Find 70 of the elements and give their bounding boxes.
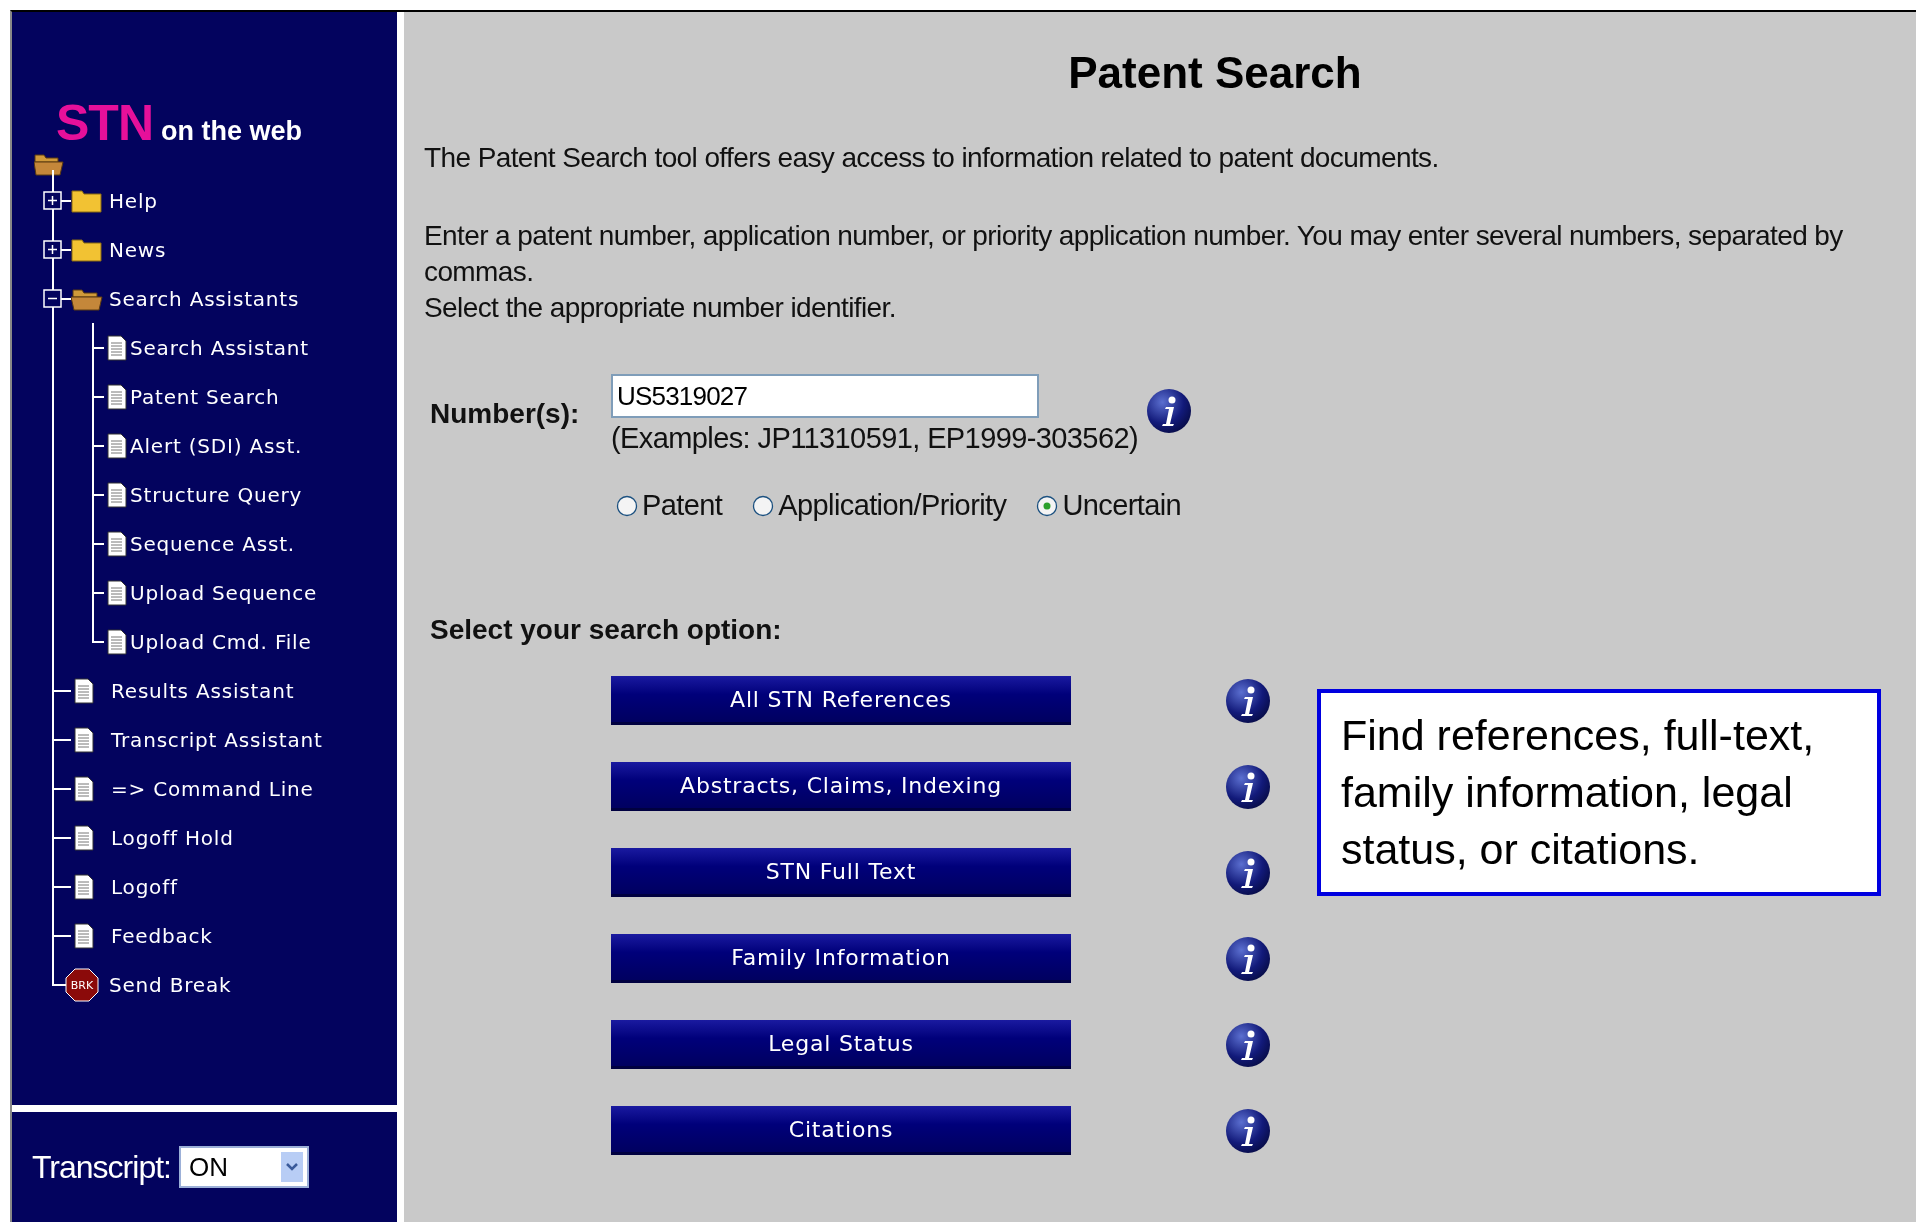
intro-text: The Patent Search tool offers easy access to information related to patent documents. bbox=[424, 142, 1440, 174]
radio-option[interactable]: Patent bbox=[616, 489, 723, 522]
tree-item[interactable]: Upload Sequence bbox=[130, 580, 318, 605]
transcript-label: Transcript: bbox=[32, 1148, 171, 1186]
document-icon bbox=[106, 383, 128, 410]
tree-item[interactable]: Alert (SDI) Asst. bbox=[130, 433, 303, 458]
instruction-text: Enter a patent number, application number, or priority application number. You may enter several numbers, separated by commas. bbox=[424, 219, 1844, 289]
search-option-button[interactable]: Family Information bbox=[611, 934, 1071, 983]
document-icon bbox=[73, 775, 95, 802]
tree-item[interactable]: Transcript Assistant bbox=[111, 727, 323, 752]
logo-tagline: on the web bbox=[161, 116, 302, 147]
radio-icon[interactable] bbox=[752, 494, 775, 517]
radio-icon[interactable] bbox=[616, 494, 638, 517]
examples-text: (Examples: JP11310591, EP1999-303562) bbox=[611, 422, 1139, 455]
document-icon bbox=[73, 873, 95, 900]
expander-icon[interactable] bbox=[43, 191, 62, 210]
tree-item[interactable]: Feedback bbox=[111, 923, 213, 948]
page-title: Patent Search bbox=[1067, 48, 1363, 98]
document-icon bbox=[106, 432, 128, 459]
document-icon bbox=[73, 677, 95, 704]
stop-sign-icon: BRK bbox=[65, 967, 99, 1002]
radio-icon[interactable] bbox=[1036, 494, 1059, 517]
tree-item[interactable]: Sequence Asst. bbox=[130, 531, 295, 556]
document-icon bbox=[106, 334, 128, 361]
tree-item[interactable]: Patent Search bbox=[130, 384, 280, 409]
document-icon bbox=[73, 726, 95, 753]
info-icon[interactable] bbox=[1225, 935, 1271, 982]
expander-icon[interactable] bbox=[43, 240, 62, 259]
tree-item[interactable]: News bbox=[109, 237, 167, 262]
search-option-button[interactable]: Abstracts, Claims, Indexing bbox=[611, 762, 1071, 811]
callout-text: Find references, full-text, family information, legal status, or citations. bbox=[1317, 689, 1881, 896]
instruction-text: Select the appropriate number identifier. bbox=[424, 291, 897, 325]
info-icon[interactable] bbox=[1225, 1021, 1271, 1068]
transcript-select[interactable]: ON bbox=[178, 1146, 309, 1188]
tree-item[interactable]: => Command Line bbox=[111, 776, 314, 801]
search-option-button[interactable]: Citations bbox=[611, 1106, 1071, 1155]
number-label: Number(s): bbox=[430, 398, 581, 430]
document-icon bbox=[73, 824, 95, 851]
tree-item[interactable]: Help bbox=[109, 188, 158, 213]
tree-item[interactable]: Results Assistant bbox=[111, 678, 295, 703]
open-folder-icon bbox=[71, 286, 103, 311]
search-option-button[interactable]: All STN References bbox=[611, 676, 1071, 725]
folder-icon bbox=[71, 237, 103, 262]
document-icon bbox=[106, 481, 128, 508]
tree-item[interactable]: Structure Query bbox=[130, 482, 303, 507]
tree-item[interactable]: Logoff bbox=[111, 874, 178, 899]
radio-option[interactable]: Application/Priority bbox=[752, 489, 1007, 522]
document-icon bbox=[106, 530, 128, 557]
open-folder-icon bbox=[34, 152, 64, 176]
info-icon[interactable] bbox=[1225, 1107, 1271, 1154]
expander-icon[interactable] bbox=[43, 289, 62, 308]
info-icon[interactable] bbox=[1225, 763, 1271, 810]
tree-item[interactable]: Search Assistant bbox=[130, 335, 309, 360]
tree-item[interactable]: Send Break bbox=[109, 972, 232, 997]
number-input[interactable]: US5319027 bbox=[611, 374, 1039, 418]
search-option-button[interactable]: STN Full Text bbox=[611, 848, 1071, 897]
search-option-button[interactable]: Legal Status bbox=[611, 1020, 1071, 1069]
tree-item[interactable]: Logoff Hold bbox=[111, 825, 234, 850]
info-icon[interactable] bbox=[1146, 388, 1193, 434]
document-icon bbox=[106, 579, 128, 606]
radio-option[interactable]: Uncertain bbox=[1036, 489, 1182, 522]
document-icon bbox=[106, 628, 128, 655]
folder-icon bbox=[71, 188, 103, 213]
tree-item[interactable]: Search Assistants bbox=[109, 286, 300, 311]
info-icon[interactable] bbox=[1225, 677, 1271, 724]
section-heading: Select your search option: bbox=[430, 614, 783, 646]
info-icon[interactable] bbox=[1225, 849, 1271, 896]
document-icon bbox=[73, 922, 95, 949]
logo-brand: STN bbox=[56, 94, 153, 152]
tree-item[interactable]: Upload Cmd. File bbox=[130, 629, 312, 654]
